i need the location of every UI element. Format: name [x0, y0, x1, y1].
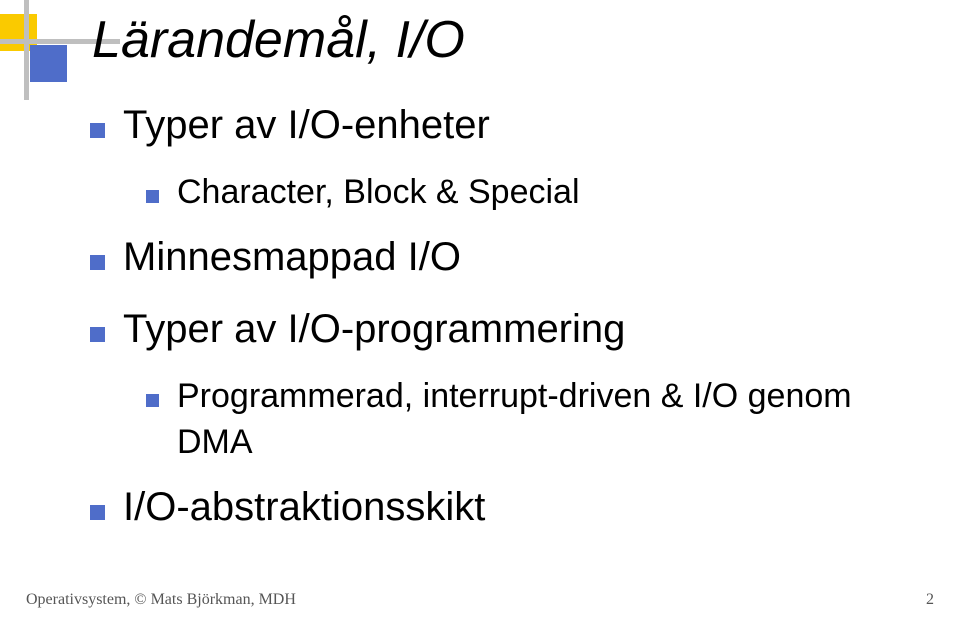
bullet-square-icon [90, 230, 105, 284]
bullet-level1: Typer av I/O-programmering [90, 302, 920, 356]
bullet-text: Typer av I/O-programmering [123, 302, 625, 356]
bullet-level2: Character, Block & Special [90, 170, 920, 216]
bullet-square-icon [90, 98, 105, 152]
bullet-text: Minnesmappad I/O [123, 230, 461, 284]
footer-left: Operativsystem, © Mats Björkman, MDH [26, 591, 296, 609]
slide: Lärandemål, I/O Typer av I/O-enheter Cha… [0, 0, 960, 623]
bullet-text: Typer av I/O-enheter [123, 98, 490, 152]
bullet-text: Programmerad, interrupt-driven & I/O gen… [177, 374, 920, 466]
bullet-square-icon [146, 170, 159, 216]
bullet-text: Character, Block & Special [177, 170, 580, 216]
bullet-level1: Minnesmappad I/O [90, 230, 920, 284]
footer-page-number: 2 [926, 591, 934, 609]
slide-footer: Operativsystem, © Mats Björkman, MDH 2 [0, 591, 960, 609]
slide-content: Typer av I/O-enheter Character, Block & … [90, 98, 920, 552]
bullet-level2: Programmerad, interrupt-driven & I/O gen… [90, 374, 920, 466]
slide-title: Lärandemål, I/O [92, 10, 465, 70]
bullet-text: I/O-abstraktionsskikt [123, 480, 485, 534]
deco-yellow-square [0, 14, 37, 51]
bullet-square-icon [146, 374, 159, 420]
bullet-square-icon [90, 302, 105, 356]
bullet-square-icon [90, 480, 105, 534]
deco-blue-square [30, 45, 67, 82]
bullet-level1: I/O-abstraktionsskikt [90, 480, 920, 534]
bullet-level1: Typer av I/O-enheter [90, 98, 920, 152]
deco-vertical-line [24, 0, 29, 100]
